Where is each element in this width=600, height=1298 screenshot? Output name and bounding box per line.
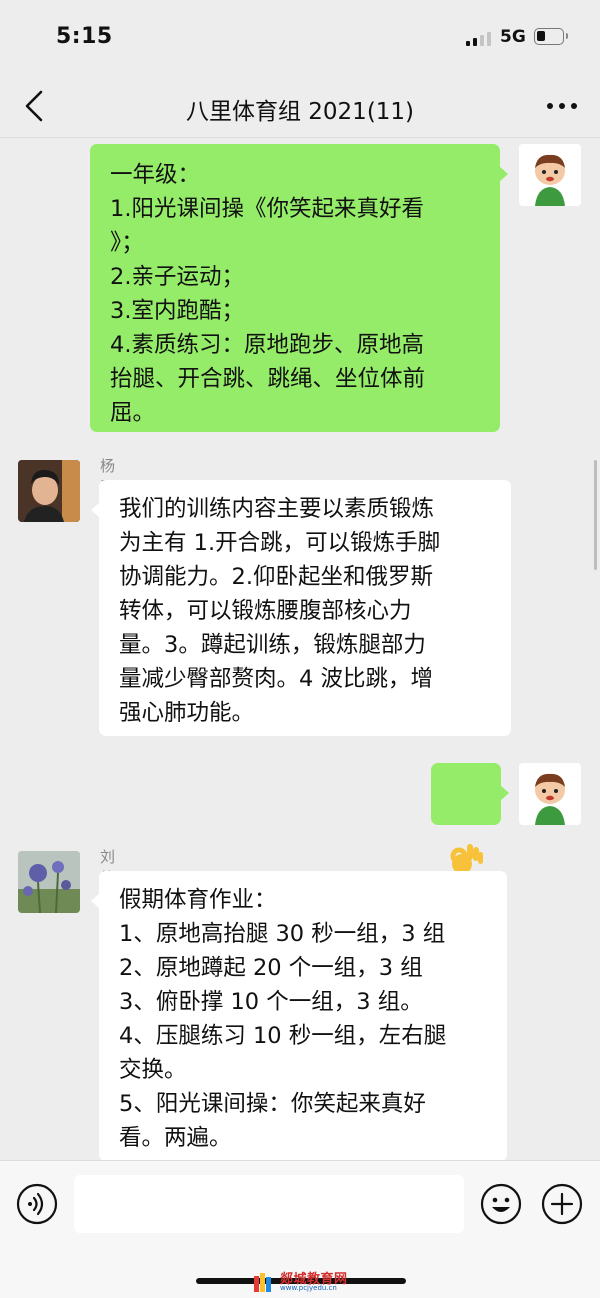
chat-title: 八里体育组 2021(11) bbox=[185, 99, 415, 125]
more-dots-icon bbox=[547, 103, 577, 109]
more-button[interactable] bbox=[540, 84, 584, 128]
nav-bar: 八里体育组 2021(11) bbox=[0, 76, 600, 138]
battery-level bbox=[537, 31, 545, 41]
cartoon-avatar-icon bbox=[519, 144, 581, 206]
smiley-icon bbox=[480, 1183, 522, 1225]
back-button[interactable] bbox=[14, 84, 58, 128]
person-photo-icon bbox=[18, 460, 80, 522]
watermark-url: www.pcjyedu.cn bbox=[280, 1284, 337, 1292]
emoji-button[interactable] bbox=[480, 1183, 522, 1225]
voice-button[interactable] bbox=[16, 1183, 58, 1225]
scrollbar[interactable] bbox=[594, 460, 597, 570]
sender-avatar[interactable] bbox=[18, 460, 80, 522]
message-bubble[interactable]: 假期体育作业： 1、原地高抬腿 30 秒一组，3 组 2、原地蹲起 20 个一组… bbox=[91, 871, 507, 1160]
message-bubble[interactable]: 我们的训练内容主要以素质锻炼 为主有 1.开合跳，可以锻炼手脚 协调能力。2.仰… bbox=[91, 480, 511, 736]
cartoon-avatar-icon bbox=[519, 763, 581, 825]
battery-icon bbox=[534, 28, 568, 45]
books-logo-icon bbox=[254, 1273, 271, 1292]
chat-area[interactable]: 一年级： 1.阳光课间操《你笑起来真好看 》； 2.亲子运动； 3.室内跑酷； … bbox=[0, 138, 600, 1160]
sender-avatar[interactable] bbox=[18, 851, 80, 913]
chevron-left-icon bbox=[25, 90, 43, 122]
voice-icon bbox=[16, 1183, 58, 1225]
message-bubble[interactable] bbox=[431, 763, 509, 874]
status-bar: 5:15 5G bbox=[0, 0, 600, 76]
plus-icon bbox=[541, 1183, 583, 1225]
self-avatar[interactable] bbox=[519, 763, 581, 825]
watermark: 郯城教育网 www.pcjyedu.cn bbox=[252, 1268, 352, 1296]
network-label: 5G bbox=[500, 27, 526, 47]
status-time: 5:15 bbox=[56, 24, 113, 49]
message-input[interactable] bbox=[74, 1175, 464, 1233]
self-avatar[interactable] bbox=[519, 144, 581, 206]
signal-icon bbox=[466, 30, 494, 46]
message-bubble[interactable]: 一年级： 1.阳光课间操《你笑起来真好看 》； 2.亲子运动； 3.室内跑酷； … bbox=[90, 144, 508, 432]
more-functions-button[interactable] bbox=[541, 1183, 583, 1225]
flower-photo-icon bbox=[18, 851, 80, 913]
